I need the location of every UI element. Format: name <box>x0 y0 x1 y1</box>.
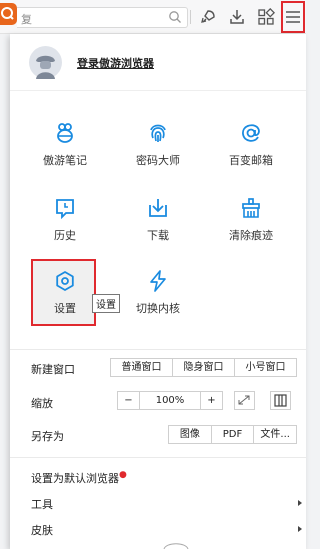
tile-label: 百变邮箱 <box>229 154 273 167</box>
broom-icon <box>242 198 260 218</box>
address-bar[interactable]: 复 <box>17 7 188 28</box>
tile-label: 历史 <box>54 229 76 242</box>
zoom-out-button[interactable]: − <box>118 392 139 409</box>
save-as-label: 另存为 <box>31 430 64 443</box>
new-window-label: 新建窗口 <box>31 363 75 376</box>
divider <box>10 457 306 458</box>
tile-download[interactable]: 下载 <box>113 197 203 277</box>
fullscreen-button[interactable] <box>234 391 255 410</box>
address-text: 复 <box>21 13 32 26</box>
menu-icon <box>286 11 300 23</box>
search-icon[interactable] <box>168 10 182 24</box>
lightning-icon <box>150 270 166 292</box>
download-icon[interactable] <box>228 8 246 26</box>
skin-submenu-arrow-icon <box>298 526 302 532</box>
tile-label: 清除痕迹 <box>229 229 273 242</box>
tile-email[interactable]: 百变邮箱 <box>206 122 296 202</box>
history-icon <box>56 199 74 219</box>
fingerprint-icon <box>150 124 166 142</box>
zoom-in-button[interactable]: + <box>200 392 222 409</box>
save-as-group: 图像 PDF 文件... <box>168 425 297 444</box>
tile-notes[interactable]: 傲游笔记 <box>20 122 110 202</box>
logo-icon <box>1 7 14 20</box>
gear-icon <box>56 271 74 291</box>
tile-history[interactable]: 历史 <box>20 197 110 277</box>
avatar[interactable] <box>29 46 62 79</box>
new-window-group: 普通窗口 隐身窗口 小号窗口 <box>110 358 297 377</box>
tile-label: 切换内核 <box>136 302 180 315</box>
tile-password[interactable]: 密码大师 <box>113 122 203 202</box>
download-icon <box>149 199 167 217</box>
save-image-button[interactable]: 图像 <box>169 426 211 443</box>
tools-item[interactable]: 工具 <box>31 496 53 512</box>
zoom-group: − 100% + <box>117 391 223 410</box>
skin-item[interactable]: 皮肤 <box>31 522 53 538</box>
apps-icon[interactable] <box>257 8 275 26</box>
browser-logo[interactable] <box>0 3 17 25</box>
notification-dot: ● <box>119 470 127 480</box>
set-default-browser-item[interactable]: 设置为默认浏览器● <box>31 470 127 486</box>
settings-tooltip: 设置 <box>92 294 120 313</box>
tile-label: 密码大师 <box>136 154 180 167</box>
note-icon <box>57 123 73 143</box>
skin-label: 皮肤 <box>31 524 53 537</box>
tile-label: 傲游笔记 <box>43 154 87 167</box>
menu-button[interactable] <box>281 1 305 33</box>
partial-icon <box>163 543 189 549</box>
set-default-browser-label: 设置为默认浏览器 <box>31 472 119 485</box>
fullscreen-icon <box>238 395 250 405</box>
divider <box>10 349 306 350</box>
incognito-window-button[interactable]: 隐身窗口 <box>172 359 234 376</box>
zoom-label: 缩放 <box>31 397 53 410</box>
tile-switch-kernel[interactable]: 切换内核 <box>113 270 203 350</box>
zoom-value: 100% <box>139 392 200 409</box>
login-link[interactable]: 登录傲游浏览器 <box>77 55 154 71</box>
save-file-button[interactable]: 文件... <box>253 426 296 443</box>
tools-submenu-arrow-icon <box>298 500 302 506</box>
toolbar-separator <box>190 10 191 24</box>
browser-toolbar: 复 <box>0 0 306 34</box>
rocket-icon[interactable] <box>199 8 217 26</box>
user-section: 登录傲游浏览器 <box>10 34 306 91</box>
save-pdf-button[interactable]: PDF <box>210 426 254 443</box>
tile-clear-traces[interactable]: 清除痕迹 <box>206 197 296 277</box>
columns-icon <box>274 394 287 407</box>
tile-label: 下载 <box>147 229 169 242</box>
main-menu-panel: 登录傲游浏览器 傲游笔记 密码大师 百变邮箱 历史 下载 清除痕迹 设置 切换内… <box>10 34 306 549</box>
email-icon <box>242 124 260 142</box>
normal-window-button[interactable]: 普通窗口 <box>111 359 172 376</box>
alt-account-window-button[interactable]: 小号窗口 <box>234 359 296 376</box>
split-view-button[interactable] <box>270 391 291 410</box>
tools-label: 工具 <box>31 498 53 511</box>
